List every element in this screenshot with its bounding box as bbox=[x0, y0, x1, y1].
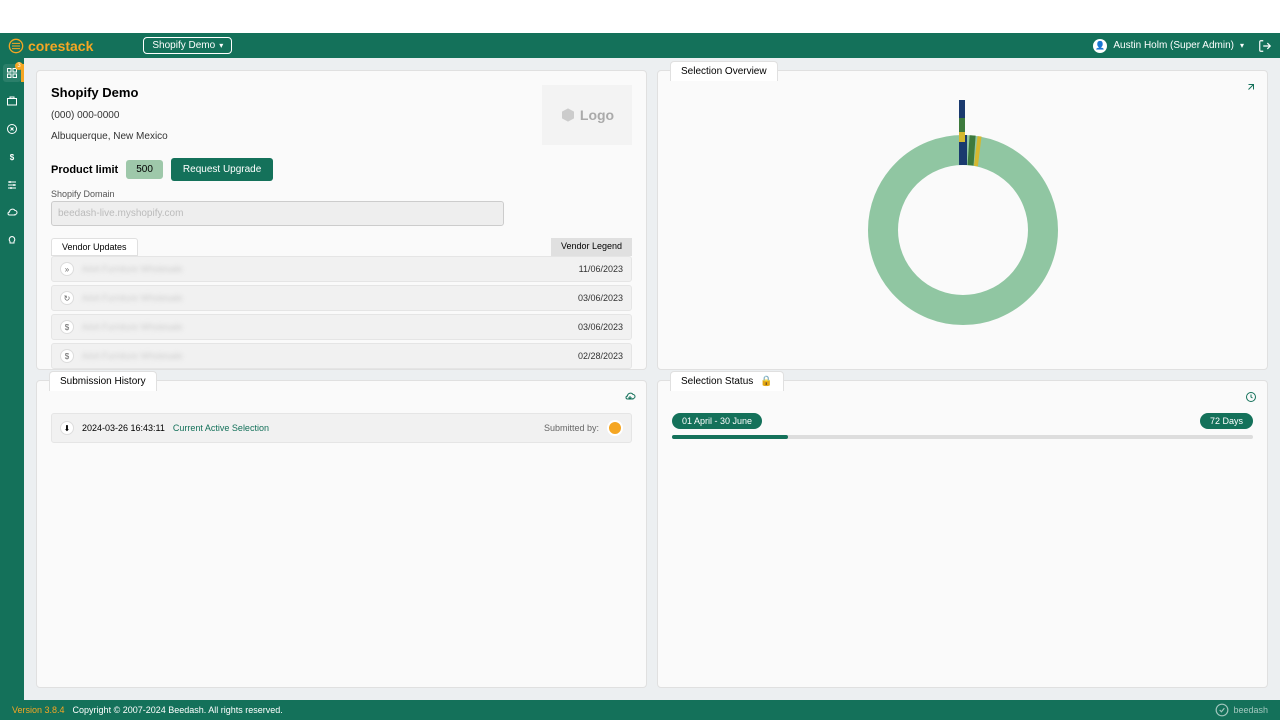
vendor-list: » AAA Furniture Wholesale 11/06/2023 ↻ A… bbox=[51, 256, 632, 369]
logout-icon[interactable] bbox=[1258, 39, 1272, 53]
dollar-icon: $ bbox=[60, 349, 74, 363]
vendor-row[interactable]: $ AAA Furniture Wholesale 03/06/2023 bbox=[51, 314, 632, 340]
sidebar-pricing[interactable]: $ bbox=[3, 148, 21, 166]
brand-icon bbox=[8, 38, 24, 54]
svg-text:$: $ bbox=[10, 153, 15, 162]
vendor-row[interactable]: » AAA Furniture Wholesale 11/06/2023 bbox=[51, 256, 632, 282]
domain-label: Shopify Domain bbox=[51, 189, 632, 199]
submitter-avatar bbox=[607, 420, 623, 436]
vendor-updates-tab: Vendor Updates bbox=[51, 238, 138, 256]
brand-mark-icon bbox=[1215, 703, 1229, 717]
sidebar-cloud[interactable] bbox=[3, 204, 21, 222]
download-icon: ⬇ bbox=[60, 421, 74, 435]
store-location: Albuquerque, New Mexico bbox=[51, 131, 168, 142]
selection-overview-card: Selection Overview bbox=[657, 70, 1268, 370]
submission-title: Submission History bbox=[49, 371, 157, 391]
copyright: Copyright © 2007-2024 Beedash. All right… bbox=[73, 705, 283, 715]
dollar-icon: $ bbox=[60, 320, 74, 334]
bulb-icon bbox=[6, 235, 18, 247]
sidebar: 3 $ bbox=[0, 58, 24, 700]
status-title: Selection Status 🔒 bbox=[670, 371, 784, 391]
sync-icon: ↻ bbox=[60, 291, 74, 305]
expand-icon[interactable] bbox=[1245, 81, 1257, 93]
sidebar-settings[interactable] bbox=[3, 176, 21, 194]
dollar-icon: $ bbox=[6, 151, 18, 163]
sliders-icon bbox=[6, 179, 18, 191]
progress-bar bbox=[672, 435, 1253, 439]
store-selector[interactable]: Shopify Demo ▾ bbox=[143, 37, 232, 54]
chevron-right-icon: » bbox=[60, 262, 74, 276]
user-avatar-icon: 👤 bbox=[1093, 39, 1107, 53]
sidebar-help[interactable] bbox=[3, 232, 21, 250]
lock-icon: 🔒 bbox=[760, 376, 772, 387]
version-label: Version 3.8.4 bbox=[12, 705, 65, 715]
store-info-card: Shopify Demo (000) 000-0000 Albuquerque,… bbox=[36, 70, 647, 370]
product-limit-value: 500 bbox=[126, 160, 163, 179]
footer-brand: beedash bbox=[1215, 703, 1268, 717]
submission-history-card: Submission History ⬇ 2024-03-26 16:43:11… bbox=[36, 380, 647, 688]
vendor-row[interactable]: ↻ AAA Furniture Wholesale 03/06/2023 bbox=[51, 285, 632, 311]
days-remaining-pill: 72 Days bbox=[1200, 413, 1253, 429]
sidebar-cancel[interactable] bbox=[3, 120, 21, 138]
chevron-down-icon: ▾ bbox=[1240, 41, 1244, 50]
brand-logo: corestack bbox=[8, 38, 93, 54]
vendor-row[interactable]: $ AAA Furniture Wholesale 02/28/2023 bbox=[51, 343, 632, 369]
donut-chart bbox=[863, 100, 1063, 340]
store-phone: (000) 000-0000 bbox=[51, 110, 168, 121]
cube-icon bbox=[560, 107, 576, 123]
clock-icon[interactable] bbox=[1245, 391, 1257, 403]
user-menu[interactable]: 👤 Austin Holm (Super Admin) ▾ bbox=[1093, 39, 1272, 53]
sidebar-shop[interactable] bbox=[3, 92, 21, 110]
request-upgrade-button[interactable]: Request Upgrade bbox=[171, 158, 273, 181]
date-range-pill: 01 April - 30 June bbox=[672, 413, 762, 429]
sidebar-dashboard[interactable]: 3 bbox=[3, 64, 21, 82]
overview-title: Selection Overview bbox=[670, 61, 778, 81]
sidebar-badge: 3 bbox=[15, 62, 23, 70]
app-header: corestack Shopify Demo ▾ 👤 Austin Holm (… bbox=[0, 33, 1280, 58]
cloud-icon bbox=[6, 207, 18, 219]
vendor-legend-button[interactable]: Vendor Legend bbox=[551, 238, 632, 256]
x-circle-icon bbox=[6, 123, 18, 135]
footer: Version 3.8.4 Copyright © 2007-2024 Beed… bbox=[0, 700, 1280, 720]
store-logo-placeholder: Logo bbox=[542, 85, 632, 145]
cloud-download-icon[interactable] bbox=[624, 391, 636, 403]
shopify-domain-input[interactable] bbox=[51, 201, 504, 226]
briefcase-icon bbox=[6, 95, 18, 107]
selection-status-card: Selection Status 🔒 01 April - 30 June 72… bbox=[657, 380, 1268, 688]
product-limit-label: Product limit bbox=[51, 164, 118, 176]
submission-row[interactable]: ⬇ 2024-03-26 16:43:11 Current Active Sel… bbox=[51, 413, 632, 443]
store-name: Shopify Demo bbox=[51, 85, 168, 100]
chevron-down-icon: ▾ bbox=[219, 41, 223, 50]
